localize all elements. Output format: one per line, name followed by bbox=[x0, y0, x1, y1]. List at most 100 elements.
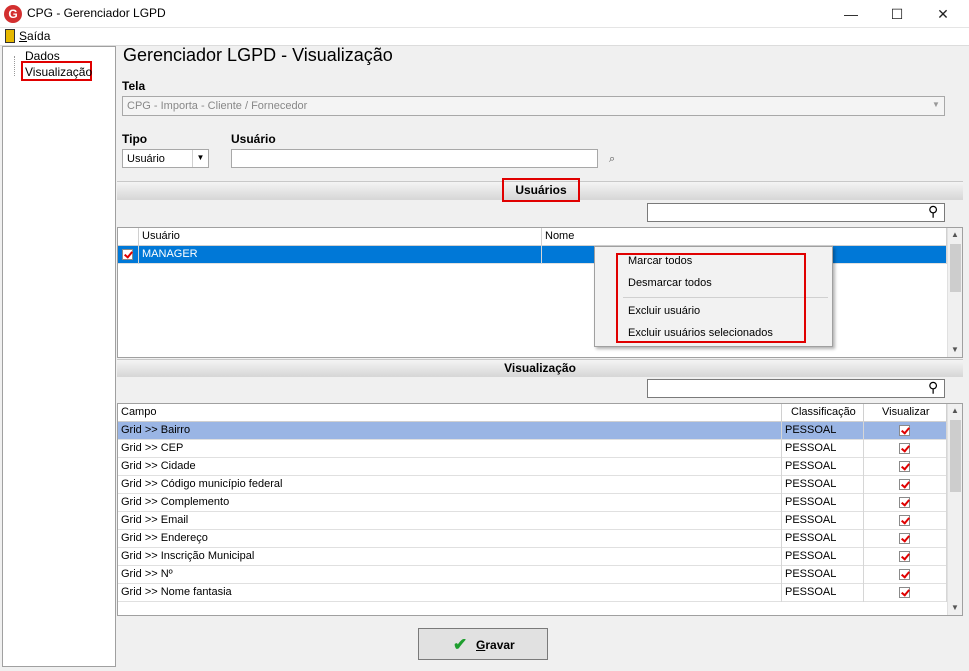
visualizacao-section-title: Visualização bbox=[504, 361, 576, 375]
row-classificacao: PESSOAL bbox=[782, 512, 864, 530]
row-campo: Grid >> Bairro bbox=[118, 422, 782, 440]
visualizacao-grid-header: Campo Classificação Visualizar bbox=[118, 404, 947, 422]
minimize-button[interactable]: — bbox=[828, 0, 874, 28]
row-usuario: MANAGER bbox=[139, 246, 542, 264]
row-visualizar[interactable] bbox=[864, 584, 947, 602]
tela-label: Tela bbox=[122, 79, 146, 93]
binoculars-icon[interactable]: ⌕ bbox=[609, 153, 615, 166]
table-row[interactable]: Grid >> Nome fantasia PESSOAL bbox=[118, 584, 947, 602]
row-classificacao: PESSOAL bbox=[782, 458, 864, 476]
menu-bar bbox=[0, 28, 969, 46]
checkbox-checked-icon bbox=[899, 586, 910, 598]
context-menu-highlight bbox=[616, 253, 806, 343]
row-visualizar[interactable] bbox=[864, 440, 947, 458]
checkbox-checked-icon bbox=[899, 424, 910, 436]
checkbox-checked-icon bbox=[899, 532, 910, 544]
row-checkbox[interactable] bbox=[118, 246, 139, 264]
checkbox-checked-icon bbox=[899, 496, 910, 508]
header-campo[interactable]: Campo bbox=[118, 404, 782, 422]
usuarios-section-title: Usuários bbox=[515, 183, 567, 197]
window-title: CPG - Gerenciador LGPD bbox=[27, 6, 166, 20]
scroll-thumb[interactable] bbox=[950, 420, 961, 492]
usuarios-scrollbar[interactable]: ▲ ▼ bbox=[947, 228, 962, 357]
tree-item-visualizacao[interactable]: Visualização bbox=[25, 65, 92, 79]
row-campo: Grid >> Inscrição Municipal bbox=[118, 548, 782, 566]
visualizacao-grid: Campo Classificação Visualizar Grid >> B… bbox=[117, 403, 963, 616]
row-campo: Grid >> Código município federal bbox=[118, 476, 782, 494]
checkbox-checked-icon bbox=[899, 460, 910, 472]
tipo-label: Tipo bbox=[122, 132, 148, 146]
usuarios-grid-header: Usuário Nome bbox=[118, 228, 947, 246]
scroll-up-icon[interactable]: ▲ bbox=[948, 404, 962, 418]
scroll-down-icon[interactable]: ▼ bbox=[948, 601, 962, 615]
row-visualizar[interactable] bbox=[864, 512, 947, 530]
row-classificacao: PESSOAL bbox=[782, 566, 864, 584]
row-classificacao: PESSOAL bbox=[782, 476, 864, 494]
row-classificacao: PESSOAL bbox=[782, 422, 864, 440]
checkbox-checked-icon bbox=[899, 514, 910, 526]
exit-door-icon bbox=[5, 29, 15, 43]
checkbox-checked-icon bbox=[899, 568, 910, 580]
row-visualizar[interactable] bbox=[864, 530, 947, 548]
tela-select-value: CPG - Importa - Cliente / Fornecedor bbox=[127, 100, 308, 112]
close-button[interactable]: ✕ bbox=[920, 0, 966, 28]
scroll-down-icon[interactable]: ▼ bbox=[948, 343, 962, 357]
tipo-select[interactable]: Usuário ▼ bbox=[122, 149, 209, 168]
row-visualizar[interactable] bbox=[864, 566, 947, 584]
tipo-select-value: Usuário bbox=[127, 153, 165, 165]
maximize-button[interactable]: ☐ bbox=[874, 0, 920, 28]
tree-connector bbox=[14, 56, 15, 76]
row-classificacao: PESSOAL bbox=[782, 440, 864, 458]
row-visualizar[interactable] bbox=[864, 494, 947, 512]
scroll-up-icon[interactable]: ▲ bbox=[948, 228, 962, 242]
row-classificacao: PESSOAL bbox=[782, 530, 864, 548]
table-row[interactable]: Grid >> CEP PESSOAL bbox=[118, 440, 947, 458]
row-campo: Grid >> Nº bbox=[118, 566, 782, 584]
row-classificacao: PESSOAL bbox=[782, 494, 864, 512]
search-icon[interactable]: ⚲ bbox=[928, 203, 938, 220]
visualizacao-search-input[interactable] bbox=[647, 379, 945, 398]
chevron-down-icon: ▼ bbox=[932, 100, 940, 109]
row-campo: Grid >> Email bbox=[118, 512, 782, 530]
checkbox-checked-icon bbox=[899, 442, 910, 454]
menu-exit[interactable]: Saída bbox=[19, 29, 50, 43]
table-row[interactable]: Grid >> Código município federal PESSOAL bbox=[118, 476, 947, 494]
checkbox-checked-icon bbox=[899, 478, 910, 490]
table-row[interactable]: Grid >> Inscrição Municipal PESSOAL bbox=[118, 548, 947, 566]
header-nome[interactable]: Nome bbox=[542, 228, 947, 246]
table-row[interactable]: Grid >> Email PESSOAL bbox=[118, 512, 947, 530]
page-title: Gerenciador LGPD - Visualização bbox=[123, 45, 393, 65]
row-visualizar[interactable] bbox=[864, 458, 947, 476]
header-visualizar[interactable]: Visualizar bbox=[864, 404, 947, 422]
usuario-input[interactable] bbox=[231, 149, 598, 168]
table-row[interactable]: Grid >> Cidade PESSOAL bbox=[118, 458, 947, 476]
row-classificacao: PESSOAL bbox=[782, 548, 864, 566]
table-row[interactable]: Grid >> Complemento PESSOAL bbox=[118, 494, 947, 512]
scroll-thumb[interactable] bbox=[950, 244, 961, 292]
header-classificacao[interactable]: Classificação bbox=[782, 404, 864, 422]
table-row[interactable]: Grid >> Endereço PESSOAL bbox=[118, 530, 947, 548]
visualizacao-scrollbar[interactable]: ▲ ▼ bbox=[947, 404, 962, 615]
app-logo-icon: G bbox=[4, 5, 22, 23]
header-check-column bbox=[118, 228, 139, 246]
row-campo: Grid >> Complemento bbox=[118, 494, 782, 512]
checkbox-checked-icon bbox=[899, 550, 910, 562]
chevron-down-icon: ▼ bbox=[192, 150, 208, 167]
usuarios-search-input[interactable] bbox=[647, 203, 945, 222]
row-visualizar[interactable] bbox=[864, 476, 947, 494]
row-campo: Grid >> Nome fantasia bbox=[118, 584, 782, 602]
header-usuario[interactable]: Usuário bbox=[139, 228, 542, 246]
row-campo: Grid >> CEP bbox=[118, 440, 782, 458]
usuario-label: Usuário bbox=[231, 132, 276, 146]
checkmark-icon: ✔ bbox=[453, 635, 468, 654]
gravar-button-label: Gravar bbox=[476, 638, 515, 652]
checkbox-checked-icon bbox=[122, 248, 133, 260]
row-visualizar[interactable] bbox=[864, 422, 947, 440]
search-icon[interactable]: ⚲ bbox=[928, 379, 938, 396]
tela-select[interactable]: CPG - Importa - Cliente / Fornecedor ▼ bbox=[122, 96, 945, 116]
table-row[interactable]: Grid >> Nº PESSOAL bbox=[118, 566, 947, 584]
gravar-button[interactable]: ✔ Gravar bbox=[418, 628, 548, 660]
table-row[interactable]: Grid >> Bairro PESSOAL bbox=[118, 422, 947, 440]
row-campo: Grid >> Cidade bbox=[118, 458, 782, 476]
row-visualizar[interactable] bbox=[864, 548, 947, 566]
